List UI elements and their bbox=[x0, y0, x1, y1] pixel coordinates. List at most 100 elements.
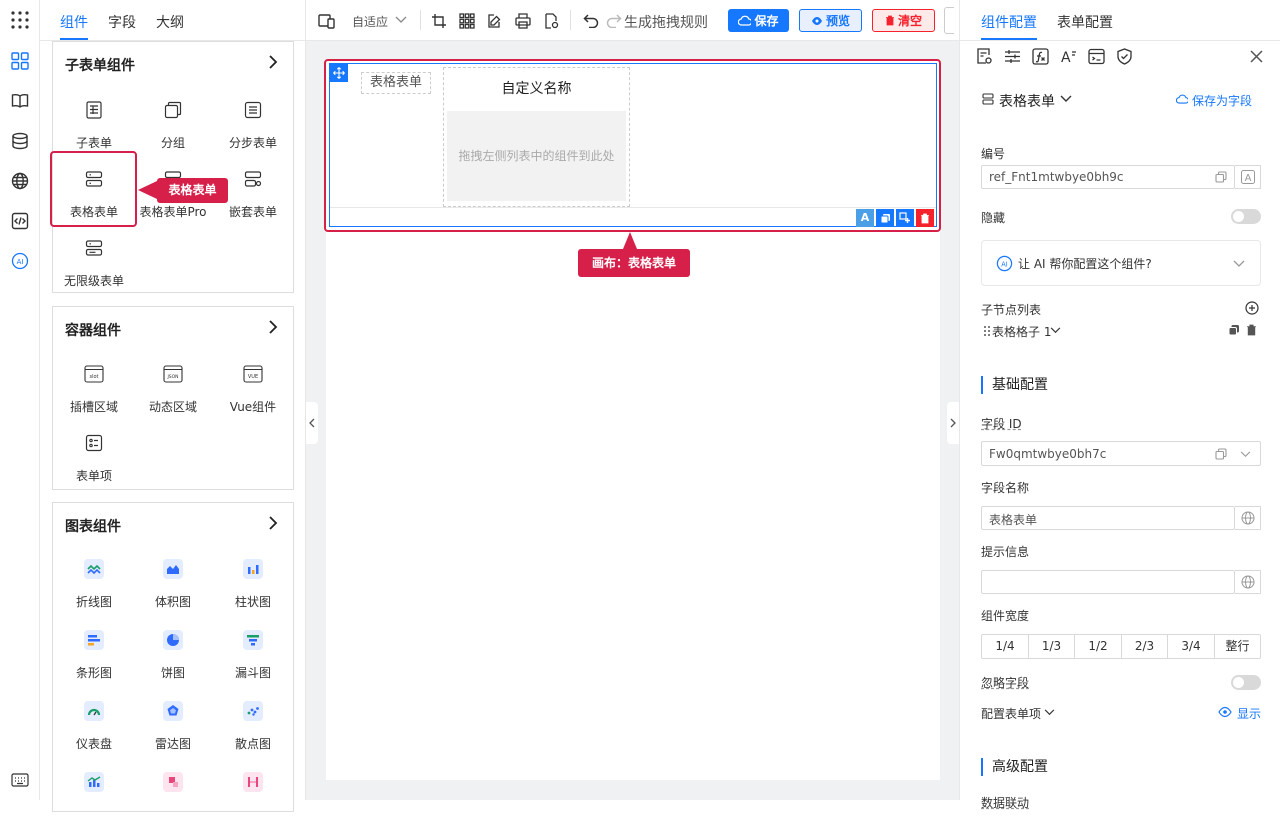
component-chart-extra-1[interactable] bbox=[54, 766, 134, 834]
component-horizontal-bar-chart[interactable]: 条形图 bbox=[54, 624, 134, 692]
app-grid-icon[interactable] bbox=[10, 10, 30, 30]
config-form-item-label[interactable]: 配置表单项 bbox=[981, 705, 1041, 722]
hint-i18n-button[interactable] bbox=[1235, 570, 1261, 594]
copy-icon[interactable] bbox=[1215, 171, 1227, 183]
function-icon[interactable] bbox=[1032, 48, 1049, 65]
props-icon[interactable] bbox=[976, 48, 993, 65]
edit-icon[interactable] bbox=[486, 12, 504, 30]
width-option[interactable]: 整行 bbox=[1215, 635, 1260, 659]
width-option[interactable]: 1/2 bbox=[1075, 635, 1122, 659]
width-option[interactable]: 1/4 bbox=[982, 635, 1029, 659]
keyboard-icon[interactable] bbox=[10, 770, 30, 790]
component-chart-extra-2[interactable] bbox=[133, 766, 213, 834]
clear-button[interactable]: 清空 bbox=[872, 9, 935, 32]
redo-icon[interactable] bbox=[605, 12, 623, 30]
component-name[interactable]: 表格表单 bbox=[999, 91, 1055, 111]
sliders-icon[interactable] bbox=[1004, 48, 1021, 65]
chevron-down-icon[interactable] bbox=[1060, 95, 1072, 103]
save-button[interactable]: 保存 bbox=[728, 9, 789, 32]
component-chart-extra-3[interactable] bbox=[213, 766, 293, 834]
chevron-down-icon[interactable] bbox=[1044, 709, 1055, 716]
chart-group: 图表组件 折线图 体积图 柱状图 条形图 饼图 漏斗图 仪表盘 雷达图 散点图 bbox=[52, 502, 294, 812]
device-icon[interactable] bbox=[318, 12, 336, 30]
chevron-right-icon[interactable] bbox=[267, 54, 279, 70]
component-dynamic[interactable]: JSON 动态区域 bbox=[133, 358, 213, 426]
tab-components[interactable]: 组件 bbox=[60, 12, 88, 32]
component-step-form[interactable]: 分步表单 bbox=[213, 94, 293, 162]
field-id-select[interactable]: Fw0qmtwbye0bh7c bbox=[981, 441, 1261, 466]
show-link[interactable]: 显示 bbox=[1237, 705, 1261, 722]
adaptive-select[interactable]: 自适应 bbox=[352, 13, 388, 30]
component-line-chart[interactable]: 折线图 bbox=[54, 553, 134, 621]
collapse-right-handle[interactable] bbox=[947, 402, 959, 444]
ai-prompt: 让 AI 帮你配置这个组件? bbox=[1018, 257, 1152, 271]
generate-rules-button[interactable]: 生成拖拽规则 bbox=[624, 12, 708, 32]
component-label: 折线图 bbox=[75, 595, 112, 609]
chevron-right-icon[interactable] bbox=[267, 515, 279, 531]
trash-icon[interactable] bbox=[1246, 324, 1257, 336]
chevron-right-icon[interactable] bbox=[267, 319, 279, 335]
hidden-toggle[interactable] bbox=[1231, 209, 1261, 224]
collapse-left-handle[interactable] bbox=[306, 402, 318, 444]
shield-icon[interactable] bbox=[1116, 48, 1133, 65]
component-funnel-chart[interactable]: 漏斗图 bbox=[213, 624, 293, 692]
width-option[interactable]: 2/3 bbox=[1122, 635, 1168, 659]
chevron-down-icon[interactable] bbox=[1240, 451, 1251, 458]
tab-fields[interactable]: 字段 bbox=[108, 12, 136, 32]
component-scatter-chart[interactable]: 散点图 bbox=[213, 695, 293, 763]
component-slot[interactable]: slot 插槽区域 bbox=[54, 358, 134, 426]
tab-component-config[interactable]: 组件配置 bbox=[981, 12, 1037, 32]
copy-icon[interactable] bbox=[1215, 448, 1227, 460]
print-icon[interactable] bbox=[514, 12, 532, 30]
field-name-input[interactable]: 表格表单 bbox=[981, 506, 1235, 530]
code-icon[interactable] bbox=[10, 211, 30, 231]
toolbar-overflow[interactable] bbox=[944, 7, 954, 34]
json-icon[interactable] bbox=[542, 12, 560, 30]
components-icon[interactable] bbox=[10, 51, 30, 71]
component-form-item[interactable]: 表单项 bbox=[54, 427, 134, 495]
preview-button[interactable]: 预览 bbox=[799, 9, 862, 32]
child-item[interactable]: 表格格子 1 bbox=[992, 323, 1051, 340]
line-chart-icon bbox=[84, 559, 104, 579]
component-pie-chart[interactable]: 饼图 bbox=[133, 624, 213, 692]
component-label: 雷达图 bbox=[154, 737, 191, 751]
grid-icon[interactable] bbox=[458, 12, 476, 30]
width-option[interactable]: 1/3 bbox=[1029, 635, 1075, 659]
ignore-field-toggle[interactable] bbox=[1231, 675, 1261, 690]
component-radar-chart[interactable]: 雷达图 bbox=[133, 695, 213, 763]
chevron-down-icon[interactable] bbox=[395, 16, 407, 24]
component-vue[interactable]: VUE Vue组件 bbox=[213, 358, 293, 426]
component-group[interactable]: 分组 bbox=[133, 94, 213, 162]
hint-input[interactable] bbox=[981, 570, 1235, 594]
drag-handle-icon[interactable] bbox=[983, 325, 991, 337]
copy-icon[interactable] bbox=[1228, 324, 1240, 336]
component-gauge[interactable]: 仪表盘 bbox=[54, 695, 134, 763]
id-font-button[interactable]: A bbox=[1235, 165, 1261, 189]
id-input[interactable]: ref_Fnt1mtwbye0bh9c bbox=[981, 165, 1235, 189]
component-area-chart[interactable]: 体积图 bbox=[133, 553, 213, 621]
chevron-down-icon[interactable] bbox=[1050, 327, 1061, 334]
close-icon[interactable] bbox=[1250, 50, 1263, 63]
field-name-i18n-button[interactable] bbox=[1235, 506, 1261, 530]
ai-config-box[interactable]: AI 让 AI 帮你配置这个组件? bbox=[981, 240, 1261, 286]
tab-outline[interactable]: 大纲 bbox=[156, 12, 184, 32]
add-circle-icon[interactable] bbox=[1245, 301, 1259, 315]
script-icon[interactable] bbox=[1088, 48, 1105, 65]
width-option[interactable]: 3/4 bbox=[1168, 635, 1215, 659]
group-title: 子表单组件 bbox=[65, 58, 135, 74]
tab-form-config[interactable]: 表单配置 bbox=[1057, 12, 1113, 32]
chevron-down-icon[interactable] bbox=[1233, 260, 1245, 268]
svg-text:JSON: JSON bbox=[166, 374, 178, 380]
save-as-field-link[interactable]: 保存为字段 bbox=[1192, 92, 1252, 109]
crop-icon[interactable] bbox=[430, 12, 448, 30]
component-bar-chart[interactable]: 柱状图 bbox=[213, 553, 293, 621]
component-infinite-form[interactable]: 无限级表单 bbox=[54, 232, 134, 300]
ai-icon[interactable]: AI bbox=[10, 251, 30, 271]
book-icon[interactable] bbox=[10, 91, 30, 111]
database-icon[interactable] bbox=[10, 131, 30, 151]
text-style-icon[interactable]: A bbox=[1060, 48, 1077, 65]
globe-icon[interactable] bbox=[10, 171, 30, 191]
component-label: 条形图 bbox=[75, 666, 112, 680]
undo-icon[interactable] bbox=[582, 12, 600, 30]
divider bbox=[570, 10, 571, 30]
